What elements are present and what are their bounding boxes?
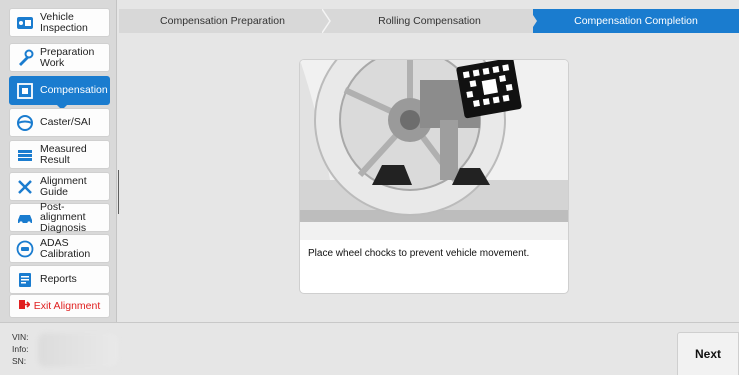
footer: VIN: Info: SN: Next bbox=[0, 322, 739, 375]
step-label: Rolling Compensation bbox=[378, 15, 481, 27]
sidebar: Vehicle Inspection Preparation Work Comp… bbox=[0, 0, 117, 322]
vin-label: VIN: bbox=[12, 332, 29, 342]
wrench-icon bbox=[16, 49, 34, 67]
sidebar-item-compensation[interactable]: Compensation bbox=[9, 76, 110, 110]
sidebar-item-measured-result[interactable]: Measured Result bbox=[9, 140, 110, 169]
list-icon bbox=[16, 146, 34, 164]
adas-icon bbox=[16, 240, 34, 258]
sidebar-item-label: Post-alignment Diagnosis bbox=[40, 200, 87, 234]
sidebar-item-label: Measured Result bbox=[40, 143, 87, 166]
sidebar-item-post-alignment-diagnosis[interactable]: Post-alignment Diagnosis bbox=[9, 200, 110, 234]
sn-label: SN: bbox=[12, 356, 27, 366]
redacted-vehicle-info bbox=[38, 333, 118, 367]
report-icon bbox=[16, 271, 34, 289]
wheel-chock-illustration bbox=[300, 60, 568, 240]
steering-wheel-icon bbox=[16, 114, 34, 132]
sidebar-item-label: Reports bbox=[40, 273, 77, 286]
sidebar-item-reports[interactable]: Reports bbox=[9, 265, 110, 294]
exit-icon bbox=[18, 297, 31, 315]
step-separator bbox=[529, 9, 537, 33]
instruction-caption: Place wheel chocks to prevent vehicle mo… bbox=[308, 248, 530, 259]
sidebar-item-adas-calibration[interactable]: ADAS Calibration bbox=[9, 234, 110, 263]
step-label: Compensation Preparation bbox=[160, 15, 285, 27]
vehicle-info: VIN: Info: SN: bbox=[12, 331, 29, 367]
exit-alignment-label: Exit Alignment bbox=[33, 300, 101, 312]
step-compensation-completion: Compensation Completion bbox=[533, 9, 739, 33]
step-progress-bar: Compensation Preparation Rolling Compens… bbox=[119, 9, 739, 33]
sidebar-item-vehicle-inspection[interactable]: Vehicle Inspection bbox=[9, 8, 110, 37]
sidebar-item-label: Compensation bbox=[40, 84, 108, 97]
compensation-icon bbox=[16, 82, 34, 100]
vehicle-inspection-icon bbox=[16, 14, 34, 32]
sidebar-item-preparation-work[interactable]: Preparation Work bbox=[9, 43, 110, 72]
step-rolling-compensation: Rolling Compensation bbox=[326, 9, 533, 33]
sidebar-item-caster-sai[interactable]: Caster/SAI bbox=[9, 108, 110, 137]
car-icon bbox=[16, 209, 34, 227]
info-label: Info: bbox=[12, 344, 29, 354]
sidebar-item-label: Preparation Work bbox=[40, 46, 95, 69]
sidebar-item-label: Alignment Guide bbox=[40, 175, 87, 198]
sidebar-item-alignment-guide[interactable]: Alignment Guide bbox=[9, 172, 110, 201]
tools-icon bbox=[16, 178, 34, 196]
sidebar-item-label: Vehicle Inspection bbox=[40, 11, 88, 34]
exit-alignment-button[interactable]: Exit Alignment bbox=[9, 294, 110, 318]
step-compensation-preparation: Compensation Preparation bbox=[119, 9, 326, 33]
sidebar-item-label: Caster/SAI bbox=[40, 116, 91, 129]
step-separator bbox=[322, 9, 331, 33]
instruction-card: Place wheel chocks to prevent vehicle mo… bbox=[299, 59, 569, 294]
next-button[interactable]: Next bbox=[677, 332, 739, 375]
sidebar-item-label: ADAS Calibration bbox=[40, 237, 91, 260]
step-label: Compensation Completion bbox=[574, 15, 698, 27]
